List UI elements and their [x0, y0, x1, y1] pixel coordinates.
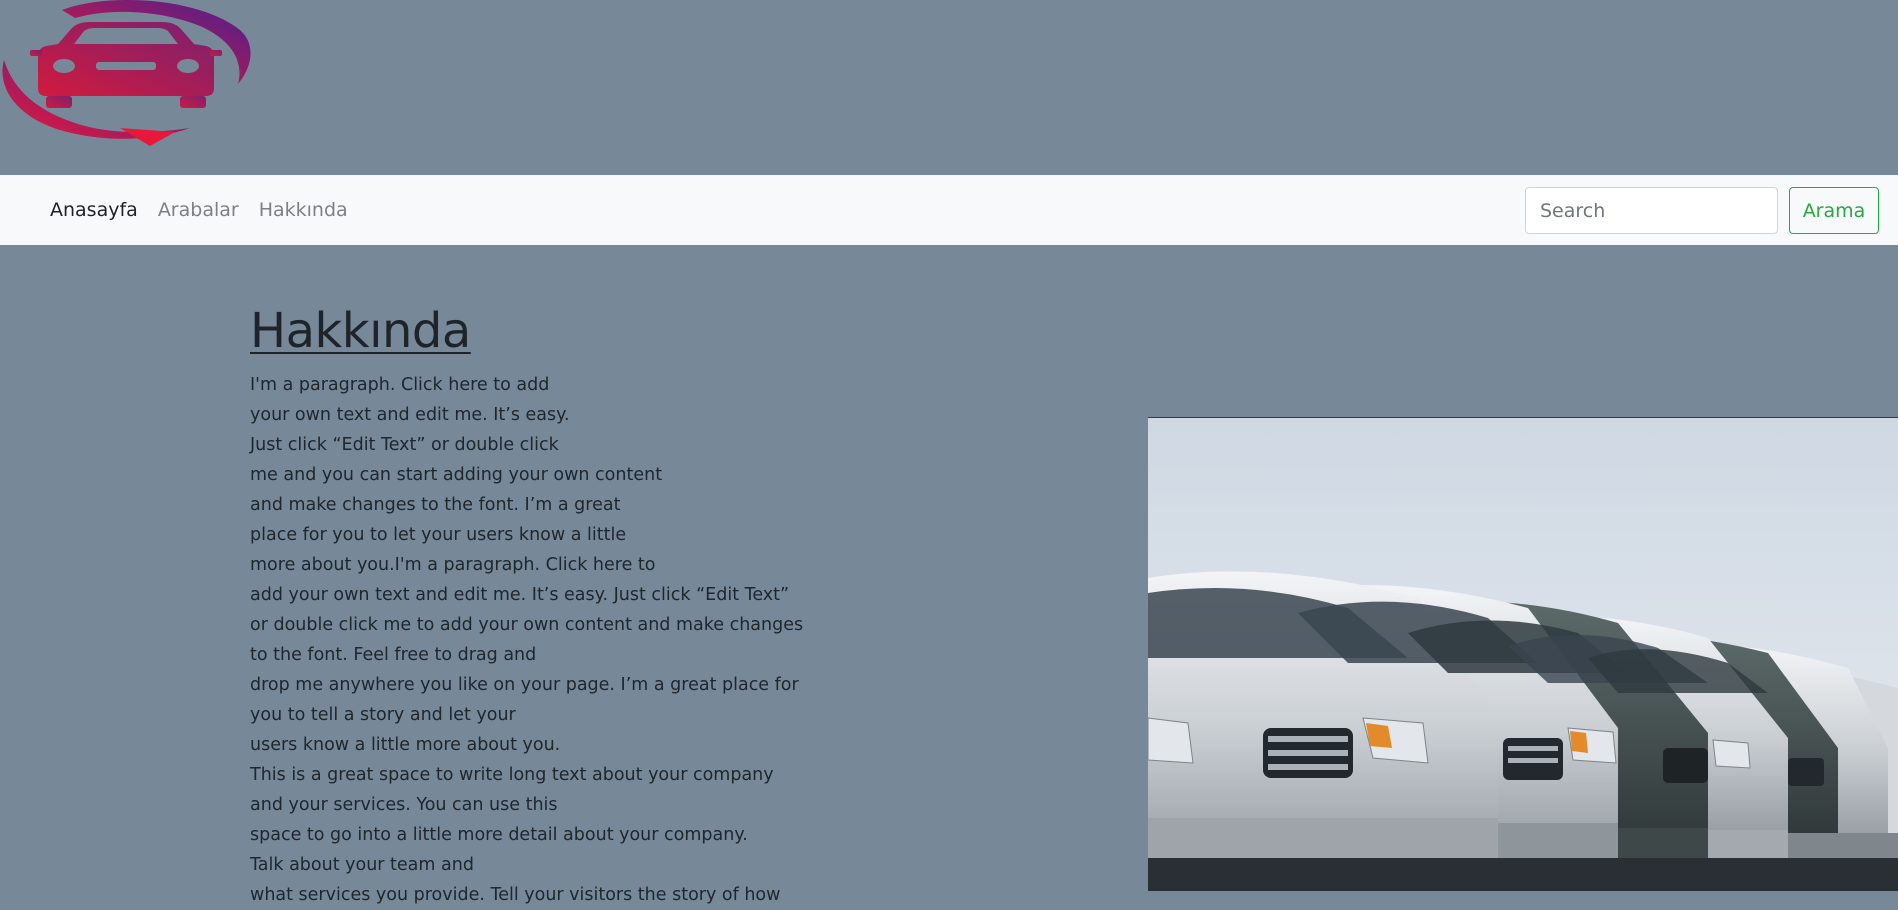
- search-input[interactable]: [1525, 187, 1778, 234]
- nav-links: Anasayfa Arabalar Hakkında: [40, 175, 358, 245]
- car-lineup-image: [1148, 417, 1898, 891]
- about-line: This is a great space to write long text…: [250, 765, 774, 785]
- about-line: or double click me to add your own conte…: [250, 615, 804, 635]
- about-line: more about you.I'm a paragraph. Click he…: [250, 555, 656, 575]
- nav-link-anasayfa[interactable]: Anasayfa: [40, 199, 148, 221]
- about-line: what services you provide. Tell your vis…: [250, 885, 781, 905]
- about-paragraph: I'm a paragraph. Click here to add your …: [250, 370, 850, 910]
- about-line: your own text and edit me. It’s easy.: [250, 405, 570, 425]
- about-line: Just click “Edit Text” or double click: [250, 435, 559, 455]
- about-line: me and you can start adding your own con…: [250, 465, 663, 485]
- about-line: I'm a paragraph. Click here to add: [250, 375, 550, 395]
- nav-link-hakkinda[interactable]: Hakkında: [249, 199, 358, 221]
- about-line: drop me anywhere you like on your page. …: [250, 675, 799, 695]
- about-title: Hakkında: [250, 303, 471, 359]
- about-line: space to go into a little more detail ab…: [250, 825, 748, 845]
- about-line: Talk about your team and: [250, 855, 474, 875]
- about-line: users know a little more about you.: [250, 735, 561, 755]
- site-header: [0, 0, 1898, 175]
- search-button[interactable]: Arama: [1789, 187, 1879, 234]
- about-line: and make changes to the font. I’m a grea…: [250, 495, 621, 515]
- about-line: add your own text and edit me. It’s easy…: [250, 585, 790, 605]
- about-line: to the font. Feel free to drag and: [250, 645, 537, 665]
- about-line: you to tell a story and let your: [250, 705, 516, 725]
- nav-link-arabalar[interactable]: Arabalar: [148, 199, 249, 221]
- about-line: and your services. You can use this: [250, 795, 558, 815]
- about-line: place for you to let your users know a l…: [250, 525, 627, 545]
- car-logo-icon[interactable]: [0, 0, 252, 150]
